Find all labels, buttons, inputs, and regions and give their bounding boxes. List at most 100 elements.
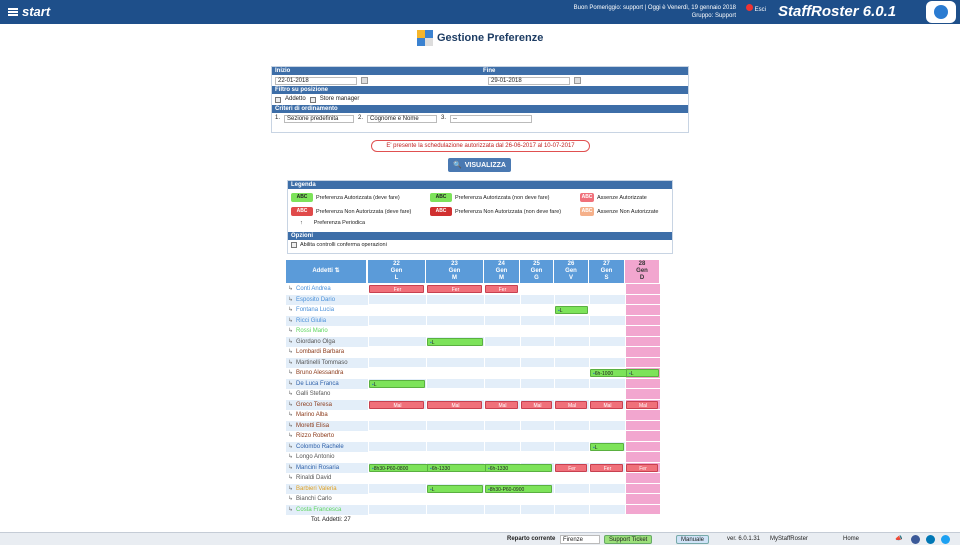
- day-cell[interactable]: [520, 294, 554, 305]
- employee-name[interactable]: ↳ Mancini Rosaria: [288, 463, 368, 473]
- day-cell[interactable]: [625, 357, 660, 368]
- day-cell[interactable]: [368, 326, 426, 337]
- day-cell[interactable]: [589, 284, 625, 295]
- day-cell[interactable]: [426, 473, 484, 484]
- preference-tag[interactable]: Fer: [427, 285, 482, 293]
- day-cell[interactable]: [368, 336, 426, 347]
- day-cell[interactable]: [368, 357, 426, 368]
- employee-name[interactable]: ↳ Galli Stefano: [288, 389, 368, 399]
- twitter-icon[interactable]: [941, 535, 950, 544]
- mystaffroster-link[interactable]: MyStaffRoster: [770, 535, 808, 544]
- home-button[interactable]: Home: [843, 535, 859, 544]
- preference-tag[interactable]: ▪L: [427, 484, 483, 493]
- day-cell[interactable]: [426, 305, 484, 316]
- preference-tag[interactable]: Mal: [521, 400, 552, 409]
- day-cell[interactable]: [589, 315, 625, 326]
- preference-tag[interactable]: ▪L: [555, 306, 588, 314]
- day-cell[interactable]: [554, 347, 589, 358]
- preference-tag[interactable]: Mal: [590, 400, 623, 409]
- day-cell[interactable]: [426, 378, 484, 389]
- day-cell[interactable]: [520, 420, 554, 431]
- day-cell[interactable]: [484, 315, 520, 326]
- day-cell[interactable]: [484, 452, 520, 463]
- day-cell[interactable]: [484, 378, 520, 389]
- preference-tag[interactable]: Fer: [626, 463, 658, 472]
- day-cell[interactable]: [368, 410, 426, 421]
- day-cell[interactable]: [426, 347, 484, 358]
- day-cell[interactable]: [554, 473, 589, 484]
- store-manager-checkbox[interactable]: [309, 96, 316, 103]
- day-cell[interactable]: [554, 431, 589, 442]
- day-cell[interactable]: [625, 326, 660, 337]
- reparto-select[interactable]: Firenze: [560, 535, 600, 544]
- employee-name[interactable]: ↳ Martinelli Tommaso: [288, 358, 368, 368]
- option-checkbox[interactable]: [291, 242, 297, 248]
- employee-name[interactable]: ↳ Barbieri Valeria: [288, 484, 368, 494]
- day-cell[interactable]: [589, 410, 625, 421]
- day-cell[interactable]: [368, 347, 426, 358]
- day-cell[interactable]: [520, 452, 554, 463]
- day-cell[interactable]: [554, 294, 589, 305]
- day-cell[interactable]: [554, 315, 589, 326]
- day-cell[interactable]: [554, 326, 589, 337]
- day-cell[interactable]: [520, 284, 554, 295]
- visualizza-button[interactable]: 🔍 VISUALIZZA: [448, 158, 511, 172]
- day-cell[interactable]: [368, 305, 426, 316]
- day-cell[interactable]: [520, 305, 554, 316]
- employee-name[interactable]: ↳ Marino Alba: [288, 410, 368, 420]
- day-cell[interactable]: [554, 452, 589, 463]
- manuale-button[interactable]: Manuale: [676, 535, 710, 544]
- day-cell[interactable]: [484, 305, 520, 316]
- day-cell[interactable]: [520, 389, 554, 400]
- day-cell[interactable]: [520, 410, 554, 421]
- employee-name[interactable]: ↳ Rizzo Roberto: [288, 431, 368, 441]
- day-cell[interactable]: [625, 347, 660, 358]
- day-cell[interactable]: [520, 378, 554, 389]
- day-cell[interactable]: [368, 473, 426, 484]
- megaphone-icon[interactable]: 📣: [895, 535, 902, 544]
- day-cell[interactable]: [368, 368, 426, 379]
- day-cell[interactable]: [589, 389, 625, 400]
- day-cell[interactable]: [625, 294, 660, 305]
- day-cell[interactable]: [484, 357, 520, 368]
- day-cell[interactable]: [554, 368, 589, 379]
- day-cell[interactable]: [589, 420, 625, 431]
- employee-name[interactable]: ↳ Greco Teresa: [288, 400, 368, 410]
- day-cell[interactable]: [484, 326, 520, 337]
- day-cell[interactable]: [625, 389, 660, 400]
- day-cell[interactable]: [484, 420, 520, 431]
- day-cell[interactable]: [554, 284, 589, 295]
- day-cell[interactable]: [589, 473, 625, 484]
- day-cell[interactable]: [484, 504, 520, 515]
- day-cell[interactable]: [520, 431, 554, 442]
- preference-tag[interactable]: Mal: [427, 400, 482, 409]
- day-cell[interactable]: [625, 336, 660, 347]
- day-cell[interactable]: [368, 494, 426, 505]
- day-cell[interactable]: [484, 347, 520, 358]
- sort-criterion-2-select[interactable]: Cognome e Nome: [367, 114, 438, 123]
- day-cell[interactable]: [484, 368, 520, 379]
- employee-name[interactable]: ↳ Conti Andrea: [288, 284, 368, 294]
- sort-icon[interactable]: ⇅: [335, 268, 340, 274]
- day-cell[interactable]: [426, 357, 484, 368]
- day-cell[interactable]: [484, 431, 520, 442]
- day-cell[interactable]: [368, 420, 426, 431]
- day-cell[interactable]: [520, 368, 554, 379]
- day-cell[interactable]: [484, 494, 520, 505]
- preference-tag[interactable]: Mal: [555, 400, 587, 409]
- day-cell[interactable]: [368, 483, 426, 494]
- day-cell[interactable]: [368, 389, 426, 400]
- day-cell[interactable]: [554, 336, 589, 347]
- day-cell[interactable]: [368, 431, 426, 442]
- preference-tag[interactable]: Mal: [626, 400, 658, 409]
- preference-tag[interactable]: Mal: [485, 400, 518, 409]
- day-cell[interactable]: [625, 315, 660, 326]
- day-cell[interactable]: [625, 441, 660, 452]
- day-cell[interactable]: [625, 431, 660, 442]
- day-cell[interactable]: [625, 284, 660, 295]
- day-cell[interactable]: [554, 494, 589, 505]
- employee-name[interactable]: ↳ Fontana Lucia: [288, 305, 368, 315]
- day-cell[interactable]: [589, 431, 625, 442]
- preference-tag[interactable]: Mal: [369, 400, 424, 409]
- employee-name[interactable]: ↳ Bianchi Carlo: [288, 494, 368, 504]
